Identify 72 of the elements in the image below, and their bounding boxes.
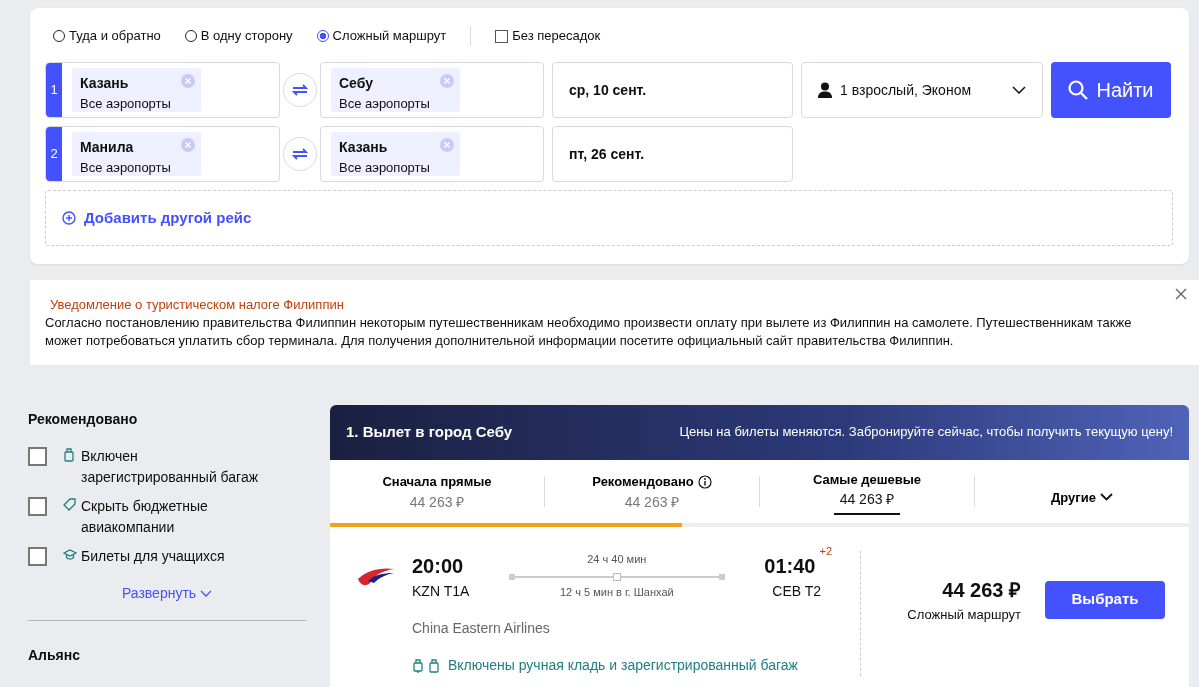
filter-label: Скрыть бюджетные авиакомпании — [81, 496, 209, 537]
airports-label: Все аэропорты — [80, 95, 171, 113]
to-field[interactable]: Казань Все аэропорты — [320, 126, 544, 182]
city-name: Себу — [339, 74, 374, 93]
chevron-down-icon — [200, 589, 213, 597]
sort-tab[interactable]: Сначала прямые 44 263 ₽ — [330, 459, 544, 524]
sort-tab[interactable]: Самые дешевые 44 263 ₽ — [760, 459, 974, 524]
suitcase-icon — [63, 447, 77, 462]
stopover-label: 12 ч 5 мин в г. Шанхай — [558, 585, 675, 601]
from-field[interactable]: 1 Казань Все аэропорты — [45, 62, 280, 118]
close-icon[interactable] — [1175, 288, 1187, 300]
filter-label: Включен зарегистрированный багаж — [81, 446, 260, 487]
airports-label: Все аэропорты — [339, 159, 430, 177]
clear-icon — [180, 74, 195, 88]
ticket-price: 44 263 ₽ — [941, 577, 1021, 603]
filter-group-title: Рекомендовано — [28, 409, 139, 429]
filter-checkbox[interactable] — [28, 496, 47, 516]
date-field[interactable]: пт, 26 сент. — [552, 126, 793, 182]
duration-label: 24 ч 40 мин — [586, 552, 648, 568]
swap-button[interactable] — [283, 137, 317, 171]
carry-on-bag-icon — [412, 658, 424, 673]
graduation-cap-icon — [63, 547, 77, 562]
clear-icon — [439, 74, 454, 88]
sort-tab[interactable]: Другие — [975, 459, 1189, 524]
swap-icon — [291, 82, 309, 98]
filter-group-title: Альянс — [28, 645, 82, 665]
airports-label: Все аэропорты — [339, 95, 430, 113]
arrival-time: 01:40 — [764, 554, 816, 580]
to-field[interactable]: Себу Все аэропорты — [320, 62, 544, 118]
price-change-note: Цены на билеты меняются. Забронируйте сейчас, чтобы получить текущую цену! — [679, 423, 1173, 442]
search-icon — [1068, 80, 1089, 100]
airline-name: China Eastern Airlines — [412, 619, 551, 639]
trip-type-radio[interactable]: Туда и обратно — [53, 26, 161, 46]
chevron-down-icon — [1012, 86, 1026, 94]
departure-airport: KZN T1A — [412, 582, 470, 602]
select-button[interactable]: Выбрать — [1045, 580, 1165, 619]
chevron-down-icon — [1099, 493, 1113, 502]
date-field[interactable]: ср, 10 сент. — [552, 62, 793, 118]
passengers-dropdown[interactable]: 1 взрослый, Эконом — [801, 62, 1043, 118]
suitcase-icon — [428, 658, 440, 673]
leg-number: 2 — [46, 127, 62, 181]
clear-icon — [180, 138, 195, 152]
nonstop-checkbox[interactable]: Без пересадок — [495, 26, 601, 46]
notice-text: Согласно постановлению правительства Филиппин некоторым путешественникам необходимо произвести оплату при вылете из Филиппин на самолете. Путешественникам также может потребоваться уплатить сбор терминала. Для получения дополнительной информации посетите официальный сайт правительства Филиппин. — [45, 314, 1133, 351]
arrival-airport: CEB T2 — [771, 582, 823, 602]
sort-tab[interactable]: Рекомендовано 44 263 ₽ — [545, 459, 759, 524]
city-name: Казань — [339, 138, 389, 157]
clear-icon — [439, 138, 454, 152]
filter-label: Билеты для учащихся — [81, 546, 225, 566]
results-title: 1. Вылет в город Себу — [346, 421, 513, 442]
trip-type-radio[interactable]: Сложный маршрут — [316, 26, 447, 46]
price-note: Сложный маршрут — [907, 605, 1021, 624]
departure-time: 20:00 — [412, 554, 465, 580]
person-icon — [818, 82, 832, 98]
city-name: Казань — [80, 74, 130, 93]
from-field[interactable]: 2 Манила Все аэропорты — [45, 126, 280, 182]
trip-type-radio[interactable]: В одну сторону — [184, 26, 293, 46]
add-flight-button[interactable]: Добавить другой рейс — [45, 190, 1173, 246]
swap-icon — [291, 146, 309, 162]
search-button[interactable]: Найти — [1051, 62, 1171, 118]
city-name: Манила — [80, 138, 135, 157]
tag-icon — [63, 497, 77, 512]
expand-link[interactable]: Развернуть — [28, 582, 306, 604]
leg-number: 1 — [46, 63, 62, 117]
baggage-info: Включены ручная кладь и зарегистрированный багаж — [448, 656, 798, 676]
plus-circle-icon — [62, 211, 76, 225]
swap-button[interactable] — [283, 73, 317, 107]
route-line-icon — [508, 572, 725, 581]
filter-checkbox[interactable] — [28, 546, 47, 566]
filter-checkbox[interactable] — [28, 446, 47, 466]
notice-title: Уведомление о туристическом налоге Филиппин — [50, 296, 345, 314]
airports-label: Все аэропорты — [80, 159, 171, 177]
